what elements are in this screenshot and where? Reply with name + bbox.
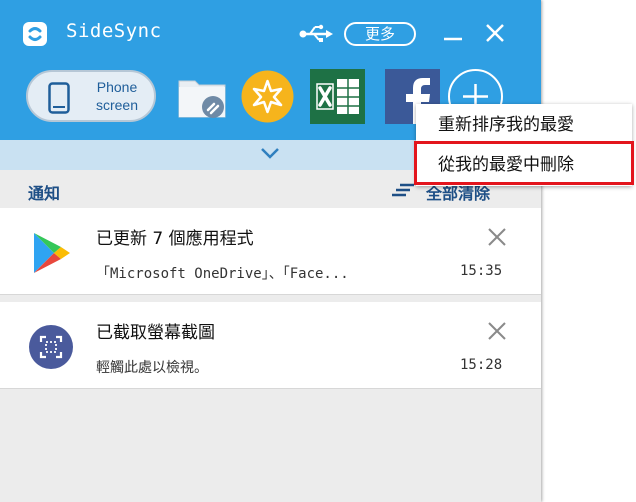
notifications-title: 通知 <box>28 184 61 203</box>
close-icon[interactable] <box>484 22 506 44</box>
dismiss-icon[interactable] <box>486 320 508 342</box>
notification-time: 15:35 <box>460 263 503 279</box>
excel-app-icon[interactable] <box>310 69 365 124</box>
phone-icon <box>48 82 70 114</box>
phone-screen-button[interactable]: Phone screen <box>26 70 156 122</box>
chevron-down-icon[interactable] <box>259 145 281 161</box>
notification-card[interactable]: 已截取螢幕截圖 輕觸此處以檢視。 15:28 <box>0 302 541 389</box>
phone-screen-label: Phone screen <box>95 79 139 113</box>
notification-title: 已更新 7 個應用程式 <box>96 229 254 249</box>
clear-all-icon <box>392 183 414 197</box>
notification-title: 已截取螢幕截圖 <box>96 323 215 343</box>
notification-text: 「Microsoft OneDrive」、「Face... <box>96 266 349 282</box>
folder-app-icon[interactable] <box>175 69 230 124</box>
usb-icon <box>299 24 333 42</box>
menu-item-reorder-favorites[interactable]: 重新排序我的最愛 <box>416 105 632 145</box>
context-menu: 重新排序我的最愛 從我的最愛中刪除 <box>416 104 632 186</box>
notification-text: 輕觸此處以檢視。 <box>96 360 208 376</box>
minimize-icon[interactable] <box>442 22 464 44</box>
screenshot-icon <box>29 325 73 369</box>
notification-card[interactable]: 已更新 7 個應用程式 「Microsoft OneDrive」、「Face..… <box>0 208 541 295</box>
dismiss-icon[interactable] <box>486 226 508 248</box>
sidesync-window: SideSync 更多 Phone screen 通知 全部清除 已更新 7 個… <box>0 0 541 502</box>
notification-time: 15:28 <box>460 357 503 373</box>
menu-item-remove-favorite[interactable]: 從我的最愛中刪除 <box>416 145 632 185</box>
app-title: SideSync <box>66 20 162 42</box>
more-button[interactable]: 更多 <box>344 22 416 46</box>
play-store-icon <box>34 233 70 273</box>
star-app-icon[interactable] <box>240 69 295 124</box>
sidesync-logo-icon <box>23 22 47 46</box>
